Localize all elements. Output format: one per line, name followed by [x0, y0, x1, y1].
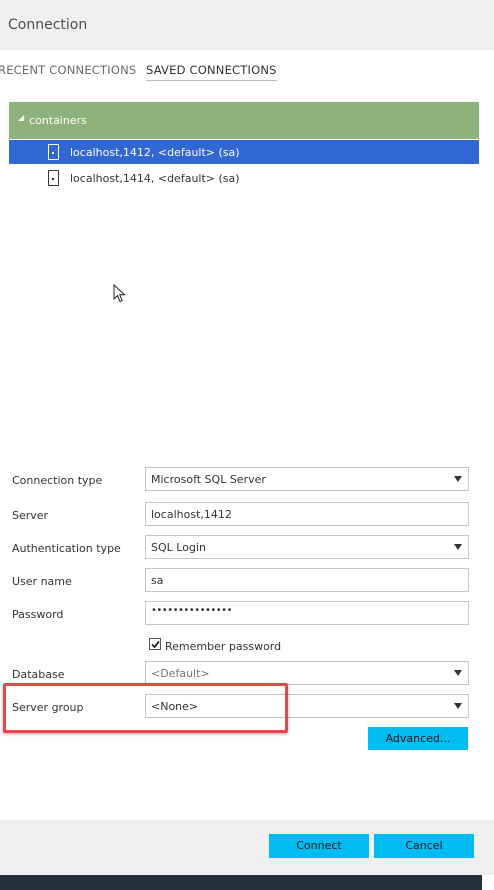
- user-name-input[interactable]: sa: [145, 568, 469, 592]
- connection-type-value: Microsoft SQL Server: [151, 473, 266, 486]
- advanced-button[interactable]: Advanced...: [368, 727, 468, 750]
- auth-type-value: SQL Login: [151, 541, 206, 554]
- auth-type-label: Authentication type: [12, 542, 121, 555]
- database-label: Database: [12, 668, 65, 681]
- cancel-button[interactable]: Cancel: [374, 834, 474, 858]
- highlight-box: [3, 683, 288, 733]
- server-icon: [48, 170, 59, 186]
- chevron-down-icon: [454, 476, 462, 482]
- user-name-label: User name: [12, 575, 72, 588]
- connection-dialog: Connection RECENT CONNECTIONS SAVED CONN…: [0, 0, 494, 875]
- title-bar: Connection: [0, 0, 494, 50]
- background-panel: [0, 875, 482, 890]
- collapse-arrow-icon[interactable]: ◢: [18, 113, 24, 122]
- server-value: localhost,1412: [151, 508, 232, 521]
- server-icon: [48, 144, 59, 160]
- tree-item-connection[interactable]: localhost,1414, <default> (sa): [9, 166, 479, 190]
- password-value: •••••••••••••••: [151, 605, 232, 616]
- connect-button[interactable]: Connect: [269, 834, 369, 858]
- tree-group-containers[interactable]: ◢ containers: [9, 102, 479, 139]
- database-value: <Default>: [151, 667, 210, 680]
- server-label: Server: [12, 509, 49, 522]
- tree-item-label: localhost,1414, <default> (sa): [70, 172, 240, 185]
- chevron-down-icon: [454, 544, 462, 550]
- password-input[interactable]: •••••••••••••••: [145, 601, 469, 625]
- tab-recent-connections[interactable]: RECENT CONNECTIONS: [0, 63, 136, 77]
- remember-password-checkbox[interactable]: [149, 638, 161, 650]
- tree-item-connection[interactable]: localhost,1412, <default> (sa): [9, 140, 479, 164]
- user-name-value: sa: [151, 574, 164, 587]
- remember-password-label: Remember password: [165, 640, 282, 653]
- mouse-cursor-icon: [113, 284, 126, 303]
- dialog-title: Connection: [8, 17, 88, 33]
- checkmark-icon: [151, 640, 160, 649]
- tree-item-label: localhost,1412, <default> (sa): [70, 146, 240, 159]
- chevron-down-icon: [454, 670, 462, 676]
- tree-group-label: containers: [29, 114, 87, 127]
- auth-type-select[interactable]: SQL Login: [145, 535, 469, 559]
- server-input[interactable]: localhost,1412: [145, 502, 469, 526]
- chevron-down-icon: [454, 703, 462, 709]
- password-label: Password: [12, 608, 64, 621]
- connection-type-select[interactable]: Microsoft SQL Server: [145, 467, 469, 491]
- database-select[interactable]: <Default>: [145, 661, 469, 685]
- connection-type-label: Connection type: [12, 474, 103, 487]
- tab-saved-connections[interactable]: SAVED CONNECTIONS: [146, 63, 277, 81]
- background-strip: [0, 875, 494, 890]
